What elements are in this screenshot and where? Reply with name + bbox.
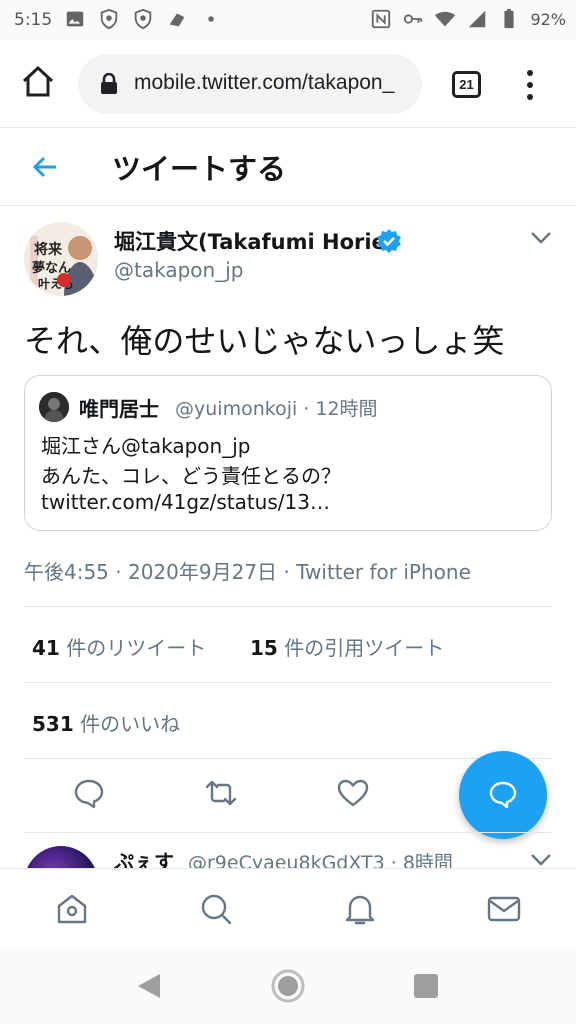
vpn-shield-icon — [132, 8, 154, 30]
tweet-timestamp[interactable]: 午後4:55 · 2020年9月27日 · Twitter for iPhone — [24, 556, 471, 585]
home-icon[interactable] — [54, 891, 90, 927]
signal-icon — [466, 8, 488, 30]
key-icon — [402, 8, 424, 30]
battery-percent: 92% — [530, 9, 566, 29]
retweets-count: 41 — [32, 636, 60, 660]
quoted-link[interactable]: twitter.com/41gz/status/13… — [41, 490, 330, 514]
divider — [24, 682, 552, 683]
game-icon — [166, 8, 188, 30]
system-recents-icon[interactable] — [414, 974, 438, 998]
lock-icon — [100, 72, 118, 95]
reply-icon[interactable] — [72, 776, 106, 810]
status-bar: 5:15 92% — [0, 0, 576, 40]
chevron-down-icon[interactable] — [530, 852, 552, 868]
compose-reply-button[interactable] — [459, 751, 547, 839]
kebab-menu-icon[interactable] — [520, 68, 540, 102]
nfc-icon — [370, 8, 392, 30]
likes-label: 件のいいね — [73, 712, 181, 736]
retweets-stat[interactable]: 41 件のリツイート — [32, 632, 206, 661]
url-bar[interactable]: mobile.twitter.com/takapon_ — [78, 54, 422, 114]
system-nav-bar — [0, 948, 576, 1024]
heart-icon[interactable] — [336, 776, 370, 810]
quotes-stat[interactable]: 15 件の引用ツイート — [250, 632, 444, 661]
battery-icon — [498, 8, 520, 30]
likes-count: 531 — [32, 712, 74, 736]
url-text: mobile.twitter.com/takapon_ — [134, 71, 395, 94]
quoted-text-line: あんた、コレ、どう責任とるの？ — [41, 464, 341, 488]
divider — [24, 758, 552, 759]
search-icon[interactable] — [198, 891, 234, 927]
quoted-author-name: 唯門居士 — [79, 397, 159, 421]
wifi-icon — [434, 8, 456, 30]
home-icon[interactable] — [20, 64, 56, 100]
svg-text:将来: 将来 — [34, 241, 63, 258]
retweet-icon[interactable] — [204, 776, 238, 810]
page-title: ツイートする — [112, 152, 287, 186]
quoted-tweet[interactable]: 唯門居士 @yuimonkoji · 12時間 堀江さん@takapon_jp … — [24, 375, 552, 531]
avatar[interactable]: 将来 夢なん 叶えろ — [24, 222, 98, 296]
divider — [24, 606, 552, 607]
bell-icon[interactable] — [342, 891, 378, 927]
retweets-label: 件のリツイート — [59, 636, 207, 660]
vpn-shield-icon — [98, 8, 120, 30]
quoted-avatar — [39, 392, 69, 422]
tweet-text: それ、俺のせいじゃないっしょ笑 — [24, 322, 505, 360]
system-home-icon[interactable] — [270, 968, 306, 1004]
image-icon — [64, 8, 86, 30]
author-name[interactable]: 堀江貴文(Takafumi Horie) — [114, 226, 395, 256]
verified-badge-icon — [376, 228, 402, 254]
author-handle[interactable]: @takapon_jp — [114, 258, 243, 282]
status-time: 5:15 — [14, 10, 53, 30]
notification-icons — [64, 8, 222, 30]
quoted-text-line: 堀江さん@takapon_jp — [41, 434, 251, 458]
bottom-nav — [0, 868, 576, 948]
quotes-count: 15 — [250, 636, 278, 660]
quotes-label: 件の引用ツイート — [277, 636, 445, 660]
reply-bubble-icon — [489, 781, 517, 809]
dot-icon — [200, 8, 222, 30]
browser-toolbar: mobile.twitter.com/takapon_ 21 — [0, 40, 576, 128]
tab-switcher-button[interactable]: 21 — [452, 71, 481, 98]
mail-icon[interactable] — [486, 891, 522, 927]
likes-stat[interactable]: 531 件のいいね — [32, 708, 180, 737]
chevron-down-icon[interactable] — [530, 230, 552, 246]
system-icons: 92% — [370, 8, 566, 30]
quoted-meta: @yuimonkoji · 12時間 — [175, 398, 378, 420]
system-back-icon[interactable] — [136, 972, 162, 1000]
back-arrow-icon[interactable] — [30, 152, 60, 182]
page-header: ツイートする — [0, 128, 576, 206]
divider — [24, 832, 552, 833]
